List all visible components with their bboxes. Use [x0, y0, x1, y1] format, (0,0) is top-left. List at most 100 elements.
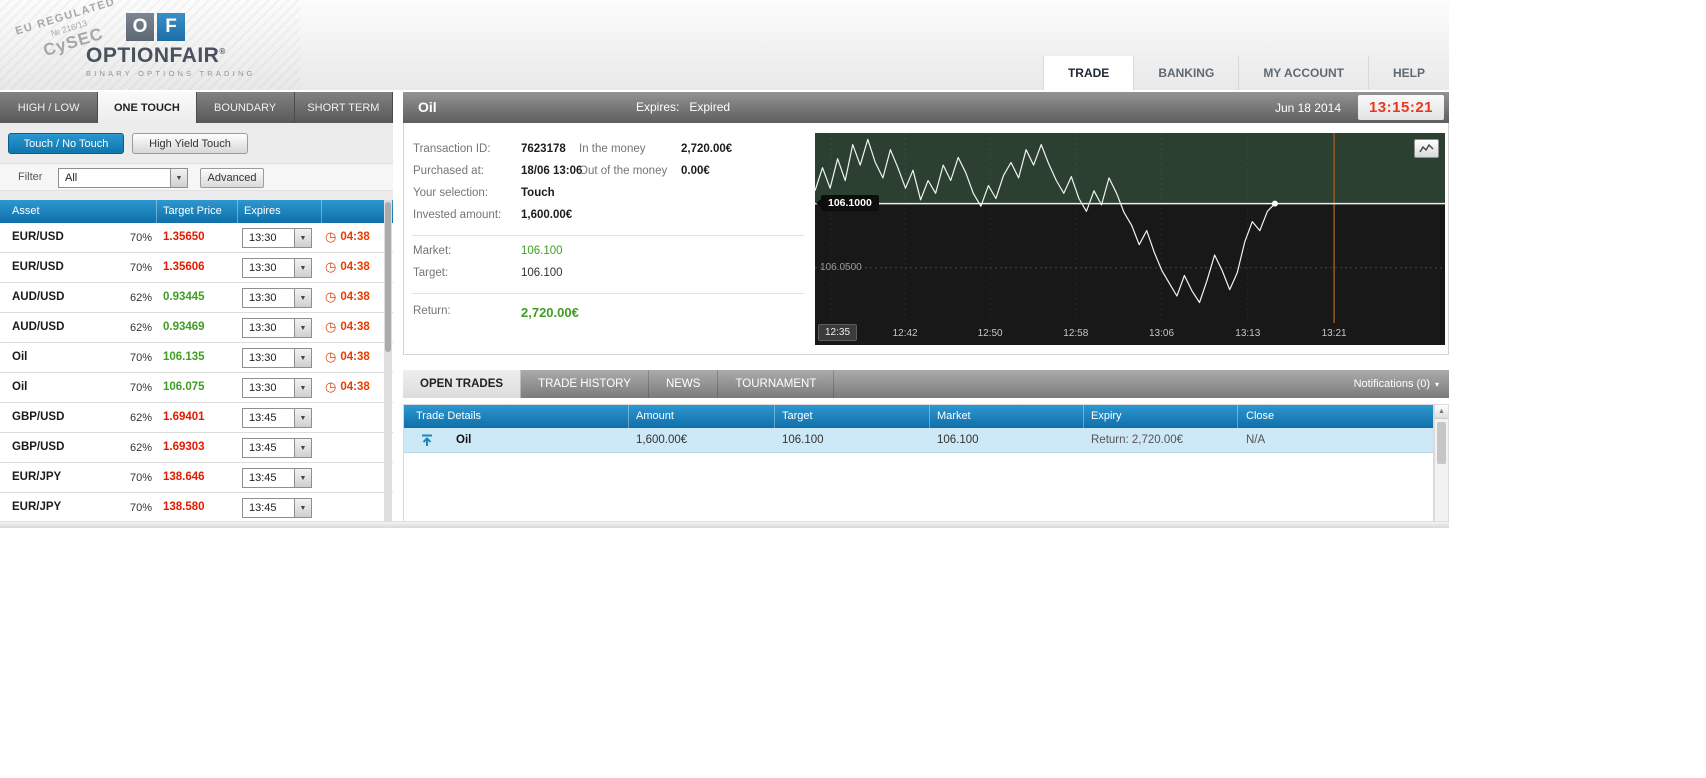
expiry-select-value: 13:45 [249, 442, 277, 454]
column-divider [1083, 405, 1084, 428]
expiry-dropdown-button[interactable]: ▼ [294, 229, 311, 247]
trade-detail-header: Oil Expires: Expired Jun 18 2014 13:15:21 [403, 92, 1449, 123]
expiry-select[interactable]: 13:30 ▼ [242, 228, 312, 248]
chart-x-tick: 13:21 [1321, 328, 1347, 339]
expiry-select[interactable]: 13:30 ▼ [242, 378, 312, 398]
expiry-select[interactable]: 13:30 ▼ [242, 258, 312, 278]
nav-trade[interactable]: TRADE [1042, 56, 1134, 90]
tab-trade-history[interactable]: TRADE HISTORY [521, 370, 649, 398]
expiry-dropdown-button[interactable]: ▼ [294, 409, 311, 427]
asset-row[interactable]: GBP/USD 62% 1.69303 13:45 ▼ ◷ [0, 433, 393, 463]
nav-banking[interactable]: BANKING [1133, 56, 1238, 90]
tab-news[interactable]: NEWS [649, 370, 719, 398]
expiry-dropdown-button[interactable]: ▼ [294, 319, 311, 337]
notifications-button[interactable]: Notifications (0) ▾ [1354, 370, 1439, 399]
nav-help[interactable]: HELP [1367, 56, 1449, 90]
instrument-tabs: HIGH / LOW ONE TOUCH BOUNDARY SHORT TERM [0, 92, 393, 123]
asset-table-body: EUR/USD 70% 1.35650 13:30 ▼ ◷ 04:38 EUR/… [0, 223, 393, 523]
chart-x-tick: 12:35 [818, 324, 858, 341]
open-trade-row[interactable]: Oil 1,600.00€ 106.100 106.100 Return: 2,… [404, 428, 1433, 453]
expiry-select[interactable]: 13:30 ▼ [242, 288, 312, 308]
tab-open-trades[interactable]: OPEN TRADES [403, 370, 522, 398]
scroll-up-button[interactable]: ▲ [1435, 405, 1448, 419]
asset-row[interactable]: EUR/JPY 70% 138.580 13:45 ▼ ◷ [0, 493, 393, 523]
price-chart: 106.1000 106.0500 12:35 12:42 12:50 12:58 13… [815, 133, 1445, 345]
high-yield-touch-button[interactable]: High Yield Touch [132, 133, 248, 154]
nav-my-account[interactable]: MY ACCOUNT [1238, 56, 1368, 90]
expiry-dropdown-button[interactable]: ▼ [294, 379, 311, 397]
chart-x-tick: 13:13 [1235, 328, 1261, 339]
tab-high-low[interactable]: HIGH / LOW [0, 92, 99, 123]
touch-trade-icon [420, 433, 434, 450]
market-label: Market: [413, 245, 452, 257]
tab-boundary[interactable]: BOUNDARY [196, 92, 295, 123]
filter-select[interactable]: All ▼ [58, 168, 188, 188]
asset-row[interactable]: EUR/USD 70% 1.35650 13:30 ▼ ◷ 04:38 [0, 223, 393, 253]
chart-target-label: 106.1000 [816, 195, 879, 211]
chart-type-button[interactable] [1414, 139, 1439, 158]
trades-table-header: Trade Details Amount Target Market Expir… [404, 405, 1433, 428]
logo-name-text: OPTIONFAIR [86, 44, 220, 67]
chevron-down-icon: ▼ [299, 384, 307, 392]
chevron-down-icon: ▼ [299, 414, 307, 422]
asset-table-scrollbar[interactable] [384, 200, 392, 528]
trade-market: 106.100 [937, 434, 979, 446]
column-expires: Expires [244, 205, 281, 217]
expiry-dropdown-button[interactable]: ▼ [294, 289, 311, 307]
asset-row[interactable]: EUR/JPY 70% 138.646 13:45 ▼ ◷ [0, 463, 393, 493]
expiry-select[interactable]: 13:45 ▼ [242, 408, 312, 428]
trade-asset-title: Oil [418, 99, 437, 115]
countdown-time: 04:38 [340, 260, 370, 273]
scrollbar-thumb[interactable] [1437, 422, 1446, 464]
expiry-select[interactable]: 13:45 ▼ [242, 438, 312, 458]
chevron-down-icon: ▼ [299, 474, 307, 482]
asset-row[interactable]: Oil 70% 106.075 13:30 ▼ ◷ 04:38 [0, 373, 393, 403]
expiry-select[interactable]: 13:30 ▼ [242, 318, 312, 338]
asset-row[interactable]: GBP/USD 62% 1.69401 13:45 ▼ ◷ [0, 403, 393, 433]
transaction-id-value: 7623178 [521, 143, 566, 155]
asset-row[interactable]: AUD/USD 62% 0.93445 13:30 ▼ ◷ 04:38 [0, 283, 393, 313]
advanced-button[interactable]: Advanced [200, 168, 264, 188]
expiry-dropdown-button[interactable]: ▼ [294, 259, 311, 277]
filter-dropdown-button[interactable]: ▼ [170, 169, 187, 187]
expiry-select[interactable]: 13:45 ▼ [242, 498, 312, 518]
asset-name: Oil [12, 381, 28, 393]
expiry-dropdown-button[interactable]: ▼ [294, 469, 311, 487]
chevron-down-icon: ▼ [299, 354, 307, 362]
column-target-price: Target Price [163, 205, 222, 217]
clock-icon: ◷ [325, 229, 337, 244]
tab-tournament[interactable]: TOURNAMENT [718, 370, 835, 398]
notifications-label: Notifications (0) [1353, 378, 1430, 390]
asset-row[interactable]: Oil 70% 106.135 13:30 ▼ ◷ 04:38 [0, 343, 393, 373]
expiry-select[interactable]: 13:30 ▼ [242, 348, 312, 368]
expiry-dropdown-button[interactable]: ▼ [294, 349, 311, 367]
touch-no-touch-button[interactable]: Touch / No Touch [8, 133, 124, 154]
in-money-value: 2,720.00€ [681, 143, 733, 155]
horizontal-scrollbar[interactable] [0, 521, 1449, 528]
asset-row[interactable]: EUR/USD 70% 1.35606 13:30 ▼ ◷ 04:38 [0, 253, 393, 283]
scrollbar-thumb[interactable] [385, 202, 391, 352]
tab-short-term[interactable]: SHORT TERM [294, 92, 393, 123]
asset-name: EUR/USD [12, 231, 64, 243]
trades-scrollbar[interactable]: ▲ [1434, 404, 1449, 528]
out-money-label: Out of the money [579, 165, 668, 177]
column-trade-details: Trade Details [416, 410, 482, 422]
expiry-dropdown-button[interactable]: ▼ [294, 499, 311, 517]
expiry-select[interactable]: 13:45 ▼ [242, 468, 312, 488]
expiry-select-value: 13:30 [249, 232, 277, 244]
clock-icon: ◷ [325, 349, 337, 364]
asset-row[interactable]: AUD/USD 62% 0.93469 13:30 ▼ ◷ 04:38 [0, 313, 393, 343]
asset-payout: 70% [129, 472, 152, 484]
trade-asset: Oil [456, 434, 472, 446]
asset-target-price: 138.580 [163, 501, 205, 513]
expiry-select-value: 13:30 [249, 352, 277, 364]
column-divider [237, 200, 238, 223]
expiry-select-value: 13:45 [249, 472, 277, 484]
asset-payout: 62% [129, 322, 152, 334]
purchased-label: Purchased at: [413, 165, 484, 177]
asset-name: AUD/USD [12, 291, 65, 303]
tab-one-touch[interactable]: ONE TOUCH [98, 92, 197, 123]
line-chart-icon [1419, 143, 1434, 153]
transaction-id-label: Transaction ID: [413, 143, 491, 155]
expiry-dropdown-button[interactable]: ▼ [294, 439, 311, 457]
